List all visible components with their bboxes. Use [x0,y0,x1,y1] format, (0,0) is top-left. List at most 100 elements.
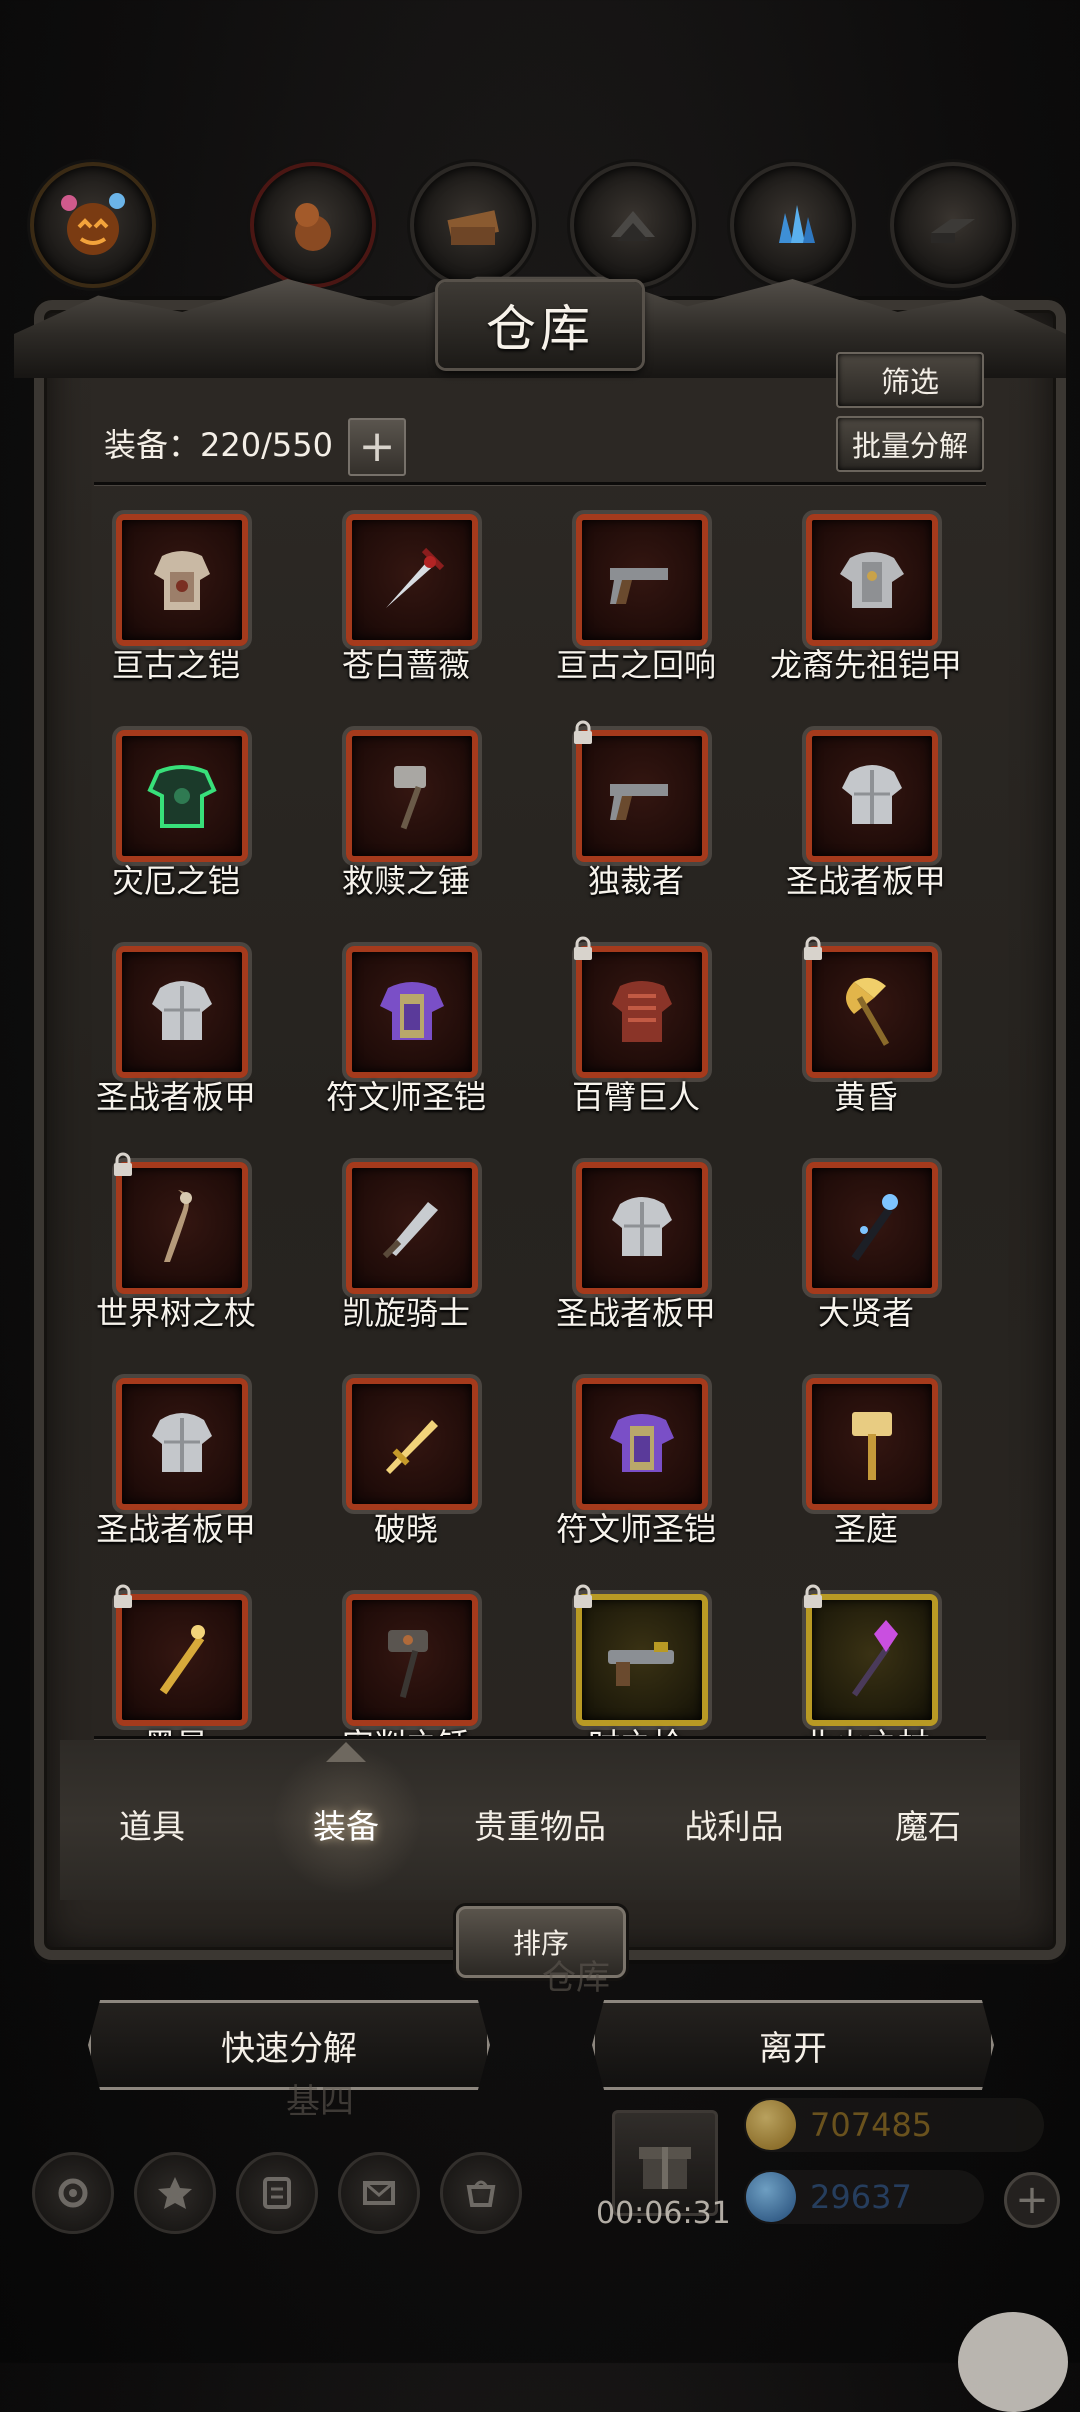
item-slot[interactable] [116,514,248,646]
tab-magic-stones[interactable]: 魔石 [838,1800,1018,1848]
inventory-item[interactable]: 大贤者 [750,1148,982,1348]
item-grid: 亘古之铠 苍白蔷薇 亘古之回响 龙裔先祖铠甲 灾厄之铠 救赎之锤 独裁者 圣战者板甲 圣战者板甲… [60,500,1020,1736]
inventory-item[interactable]: 破晓 [290,1364,522,1564]
inventory-item[interactable]: 亘古之铠 [60,500,292,700]
inventory-item[interactable]: 黄昏 [750,932,982,1132]
inventory-item[interactable]: 圣战者板甲 [520,1148,752,1348]
inventory-item[interactable]: 时之枪 [520,1580,752,1736]
inventory-item[interactable]: 圣战者板甲 [60,1364,292,1564]
mail-icon[interactable] [338,2152,420,2234]
add-gem-button[interactable]: + [1004,2172,1060,2228]
item-slot[interactable] [116,730,248,862]
item-name: 圣战者板甲 [95,1510,256,1548]
inventory-item[interactable]: 龙裔先祖铠甲 [750,500,982,700]
scepter-icon [851,1194,898,1261]
lock-icon [570,1584,596,1610]
tab-loot[interactable]: 战利品 [644,1800,824,1848]
bulk-decompose-button[interactable]: 批量分解 [836,416,984,472]
item-slot[interactable] [576,1162,708,1294]
hammer-icon [394,766,426,830]
green-armor-icon [147,765,217,828]
pistol-icon [610,568,668,604]
tab-props[interactable]: 道具 [62,1800,242,1848]
item-name: 圣战者板甲 [785,862,946,900]
plate-armor-icon [840,552,904,608]
item-name: 苍白蔷薇 [341,646,470,684]
item-slot[interactable] [346,946,478,1078]
lock-icon [570,720,596,746]
inventory-item[interactable]: 审判之锤 [290,1580,522,1736]
item-slot[interactable] [346,1162,478,1294]
item-slot[interactable] [116,1162,248,1294]
filter-button[interactable]: 筛选 [836,352,984,408]
equipment-capacity: 装备：220/550 [104,426,333,464]
inventory-item[interactable]: 凯旋骑士 [290,1148,522,1348]
item-slot[interactable] [576,946,708,1078]
crystal-category-icon[interactable] [730,162,856,288]
steel-armor-icon [152,981,212,1040]
shop-icon[interactable] [440,2152,522,2234]
tab-valuables[interactable]: 贵重物品 [450,1800,630,1848]
inventory-item[interactable]: 圣战者板甲 [750,716,982,916]
item-name: 黑星 [60,1720,302,1736]
lock-icon [800,936,826,962]
guild-icon[interactable] [236,2152,318,2234]
materials-category-icon[interactable] [410,162,536,288]
item-name: 圣战者板甲 [555,1294,716,1332]
ore-category-icon[interactable] [570,162,696,288]
item-slot[interactable] [116,1378,248,1510]
lock-icon [110,1152,136,1178]
item-slot[interactable] [806,514,938,646]
steel-armor-icon [152,1413,212,1472]
inventory-item[interactable]: 亘古之回响 [520,500,752,700]
inventory-item[interactable]: 符文师圣铠 [290,932,522,1132]
item-slot[interactable] [576,1594,708,1726]
item-slot[interactable] [346,730,478,862]
item-name: 业火之杖 [740,1720,992,1736]
consumables-category-icon[interactable] [250,162,376,288]
lock-icon [570,936,596,962]
item-slot[interactable] [806,730,938,862]
achievement-icon[interactable] [134,2152,216,2234]
item-slot[interactable] [576,730,708,862]
inventory-item[interactable]: 业火之杖 [750,1580,982,1736]
item-slot[interactable] [346,514,478,646]
item-slot[interactable] [806,1162,938,1294]
item-slot[interactable] [346,1594,478,1726]
event-pumpkin-icon[interactable] [30,162,156,288]
item-slot[interactable] [576,1378,708,1510]
item-slot[interactable] [116,1594,248,1726]
ingot-category-icon[interactable] [890,162,1016,288]
top-divider [94,482,986,485]
inventory-item[interactable]: 世界树之杖 [60,1148,292,1348]
leave-button[interactable]: 离开 [592,2000,994,2090]
tab-equipment[interactable]: 装备 [256,1800,436,1848]
sword-icon [386,547,445,608]
inventory-item[interactable]: 圣庭 [750,1364,982,1564]
inventory-item[interactable]: 百臂巨人 [520,932,752,1132]
inventory-item[interactable]: 灾厄之铠 [60,716,292,916]
inventory-item[interactable]: 苍白蔷薇 [290,500,522,700]
item-slot[interactable] [806,946,938,1078]
expand-capacity-button[interactable]: + [348,418,406,476]
item-slot[interactable] [346,1378,478,1510]
inventory-item[interactable]: 救赎之锤 [290,716,522,916]
wooden-staff-icon [164,1190,192,1262]
dark-hammer-icon [388,1630,428,1698]
lock-icon [800,1584,826,1610]
item-name: 龙裔先祖铠甲 [769,646,962,684]
item-slot[interactable] [576,514,708,646]
inventory-item[interactable]: 独裁者 [520,716,752,916]
item-name: 审判之锤 [280,1720,532,1736]
item-slot[interactable] [116,946,248,1078]
inventory-item[interactable]: 圣战者板甲 [60,932,292,1132]
item-slot[interactable] [806,1594,938,1726]
purple-armor-icon [610,1414,674,1472]
golden-staff-icon [159,1625,205,1695]
inventory-item[interactable]: 黑星 [60,1580,292,1736]
chat-bubble-icon[interactable] [958,2312,1068,2412]
item-slot[interactable] [806,1378,938,1510]
settings-icon[interactable] [32,2152,114,2234]
gem-currency: 29637 [744,2170,984,2224]
inventory-item[interactable]: 符文师圣铠 [520,1364,752,1564]
